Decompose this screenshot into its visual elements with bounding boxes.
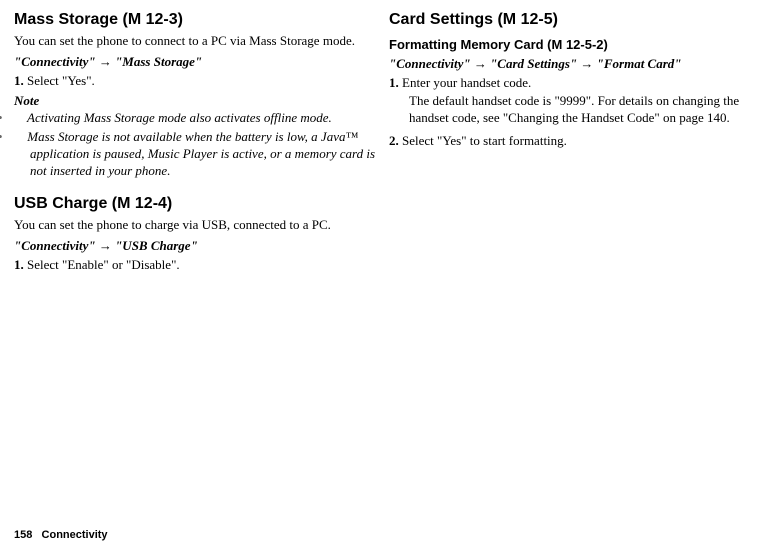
step-number: 1.: [389, 75, 399, 90]
path-segment: "Format Card": [597, 56, 682, 71]
step-text: Select "Yes".: [27, 73, 95, 88]
format-card-subheading: Formatting Memory Card (M 12-5-2): [389, 37, 754, 54]
step-text: Enter your handset code.: [402, 75, 531, 90]
usb-charge-section: USB Charge (M 12-4) You can set the phon…: [14, 194, 379, 273]
step-number: 1.: [14, 73, 24, 88]
note-heading: Note: [14, 93, 379, 110]
card-settings-path: "Connectivity" → "Card Settings" → "Form…: [389, 56, 754, 73]
page-number: 158: [14, 529, 32, 541]
page-footer: 158 Connectivity: [14, 528, 108, 542]
step-item: 1. Enter your handset code.: [389, 75, 754, 92]
usb-charge-heading: USB Charge (M 12-4): [14, 194, 379, 215]
step-item: 1. Select "Yes".: [14, 73, 379, 90]
card-settings-section: Card Settings (M 12-5) Formatting Memory…: [389, 10, 754, 150]
note-text: Mass Storage is not available when the b…: [27, 129, 375, 178]
step-item: 2. Select "Yes" to start formatting.: [389, 133, 754, 150]
mass-storage-intro: You can set the phone to connect to a PC…: [14, 33, 379, 50]
left-column: Mass Storage (M 12-3) You can set the ph…: [14, 10, 379, 287]
arrow-icon: →: [99, 54, 112, 69]
path-segment: "Card Settings": [490, 56, 577, 71]
page-content: Mass Storage (M 12-3) You can set the ph…: [0, 0, 768, 287]
path-segment: "Mass Storage": [115, 54, 202, 69]
bullet-icon: •: [14, 129, 24, 146]
path-segment: "Connectivity": [389, 56, 471, 71]
mass-storage-path: "Connectivity" → "Mass Storage": [14, 54, 379, 71]
step-number: 1.: [14, 257, 24, 272]
arrow-icon: →: [580, 56, 593, 71]
step-item: 1. Select "Enable" or "Disable".: [14, 257, 379, 274]
note-text: Activating Mass Storage mode also activa…: [27, 110, 332, 125]
arrow-icon: →: [99, 238, 112, 253]
step-number: 2.: [389, 133, 399, 148]
step-text: Select "Yes" to start formatting.: [402, 133, 567, 148]
usb-charge-path: "Connectivity" → "USB Charge": [14, 238, 379, 255]
mass-storage-section: Mass Storage (M 12-3) You can set the ph…: [14, 10, 379, 180]
arrow-icon: →: [474, 56, 487, 71]
path-segment: "USB Charge": [115, 238, 198, 253]
card-settings-heading: Card Settings (M 12-5): [389, 10, 754, 31]
path-segment: "Connectivity": [14, 54, 96, 69]
usb-charge-intro: You can set the phone to charge via USB,…: [14, 217, 379, 234]
step-text: Select "Enable" or "Disable".: [27, 257, 180, 272]
bullet-icon: •: [14, 110, 24, 127]
step-body: The default handset code is "9999". For …: [409, 93, 754, 127]
path-segment: "Connectivity": [14, 238, 96, 253]
section-name: Connectivity: [42, 529, 108, 541]
note-item: • Mass Storage is not available when the…: [14, 129, 379, 180]
note-item: • Activating Mass Storage mode also acti…: [14, 110, 379, 127]
mass-storage-heading: Mass Storage (M 12-3): [14, 10, 379, 31]
right-column: Card Settings (M 12-5) Formatting Memory…: [389, 10, 754, 287]
